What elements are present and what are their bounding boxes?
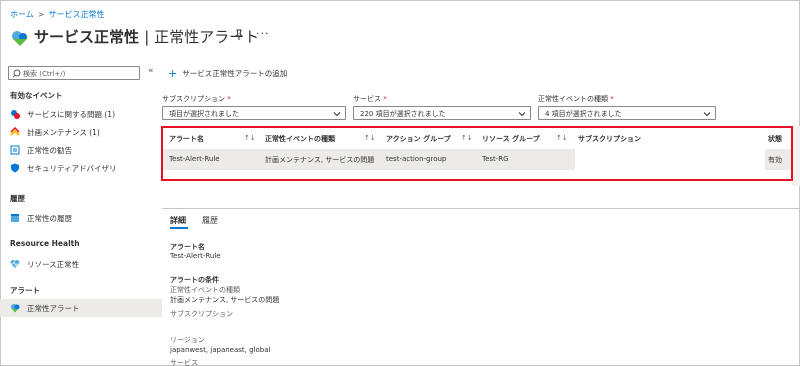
sidebar-item-health-alerts[interactable]: 正常性アラート [0,299,162,317]
more-options-icon[interactable]: ··· [256,27,270,40]
region-sublabel: リージョン [170,336,205,344]
sidebar-item-label: サービスに関する問題 (1) [27,110,116,119]
service-issue-icon [11,110,20,119]
history-icon [11,214,19,222]
sidebar-item-label: 計画メンテナンス (1) [27,128,100,137]
breadcrumb-home-link[interactable]: ホーム [10,10,34,19]
maintenance-icon [10,127,20,136]
sidebar-item-planned-maintenance[interactable]: 計画メンテナンス (1) [0,123,162,141]
sidebar-item-health-history[interactable]: 正常性の履歴 [0,209,162,227]
plus-icon: + [168,67,178,80]
heart-pulse-icon [10,260,20,268]
pin-icon[interactable] [233,29,245,41]
section-history: 履歴 [10,194,25,203]
section-resource-health: Resource Health [10,239,80,248]
service-select[interactable]: 220 項目が選択されました [353,106,531,120]
subscription-select[interactable]: 項目が選択されました [162,106,346,120]
subscription-sublabel: サブスクリプション [170,310,233,318]
shield-icon [11,163,19,173]
sidebar-item-label: セキュリティアドバイザリ [27,164,117,173]
sidebar-item-resource-health[interactable]: リソース正常性 [0,255,162,273]
chevron-down-icon [703,112,711,117]
sidebar-item-security-advisories[interactable]: セキュリティアドバイザリ [0,159,162,177]
add-alert-button[interactable]: + サービス正常性アラートの追加 [168,66,288,80]
breadcrumb-separator: > [37,10,45,19]
chevron-down-icon [518,112,526,117]
sidebar-item-label: 正常性の履歴 [27,214,72,223]
search-placeholder: 検索 (Ctrl+/) [23,70,66,78]
tab-selected-indicator [170,227,188,229]
breadcrumb: ホーム > サービス正常性 [10,9,104,20]
service-health-icon [12,31,27,46]
chevron-down-icon [333,112,341,117]
tab-history[interactable]: 履歴 [202,215,218,226]
sidebar-item-service-issues[interactable]: サービスに関する問題 (1) [0,105,162,123]
breadcrumb-current-link[interactable]: サービス正常性 [48,10,104,19]
add-alert-label: サービス正常性アラートの追加 [182,69,288,78]
pane-divider [162,208,800,209]
region-value: japanwest, japaneast, global [170,346,271,354]
sidebar-item-health-advisories[interactable]: 正常性の勧告 [0,141,162,159]
event-type-filter-label: 正常性イベントの種類 * [538,95,614,103]
service-filter-label: サービス * [353,95,387,103]
vertical-scrollbar[interactable] [792,126,800,186]
alert-name-value: Test-Alert-Rule [170,252,221,260]
sidebar-search-input[interactable]: 検索 (Ctrl+/) [8,66,140,80]
service-select-value: 220 項目が選択されました [360,110,446,118]
subscription-filter-label: サブスクリプション * [162,95,231,103]
event-type-select-value: 4 項目が選択されました [545,110,622,118]
health-alert-icon [11,304,20,313]
subscription-select-value: 項目が選択されました [169,110,239,118]
event-type-value: 計画メンテナンス, サービスの問題 [170,296,280,304]
alert-name-label: アラート名 [170,243,205,251]
section-active-events: 有効なイベント [10,91,63,100]
page-title: サービス正常性 | 正常性アラート [34,28,260,46]
event-type-select[interactable]: 4 項目が選択されました [538,106,716,120]
search-icon [12,69,21,78]
highlight-box [161,126,793,181]
event-type-sublabel: 正常性イベントの種類 [170,286,240,294]
tab-details[interactable]: 詳細 [170,215,186,226]
advisory-icon [10,145,20,155]
service-sublabel: サービス [170,359,198,366]
sidebar-item-label: リソース正常性 [27,260,80,269]
collapse-sidebar-icon[interactable]: « [148,66,154,76]
sidebar-item-label: 正常性アラート [27,304,80,313]
section-alerts: アラート [10,286,40,295]
alert-conditions-label: アラートの条件 [170,276,219,284]
sidebar-item-label: 正常性の勧告 [27,146,72,155]
